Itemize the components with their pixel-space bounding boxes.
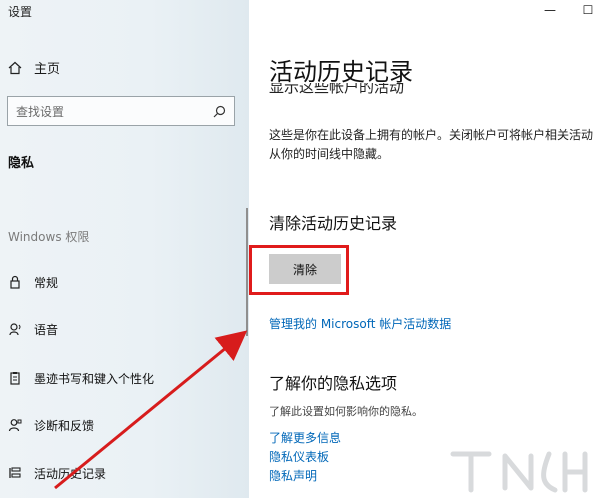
- sidebar-item-label: 常规: [34, 275, 59, 290]
- search-placeholder: 查找设置: [16, 104, 65, 119]
- accounts-heading-text: 显示这些帐户的活动: [269, 83, 405, 95]
- privacy-description: 了解此设置如何影响你的隐私。: [269, 405, 423, 418]
- sidebar-scrollbar[interactable]: [246, 208, 248, 336]
- search-icon: [213, 105, 226, 117]
- privacy-options-heading: 了解你的隐私选项: [269, 374, 398, 393]
- manage-account-link[interactable]: 管理我的 Microsoft 帐户活动数据: [269, 315, 451, 332]
- privacy-dashboard-link[interactable]: 隐私仪表板: [269, 448, 329, 465]
- sidebar-item-inking-typing[interactable]: 墨迹书写和键入个性化: [8, 368, 154, 388]
- sidebar-item-activity-history[interactable]: 活动历史记录: [8, 463, 106, 483]
- sidebar-item-diagnostics[interactable]: 诊断和反馈: [8, 415, 94, 435]
- home-icon: [8, 61, 22, 74]
- search-input[interactable]: 查找设置: [7, 96, 235, 126]
- privacy-statement-link[interactable]: 隐私声明: [269, 467, 317, 484]
- section-title-privacy: 隐私: [8, 156, 35, 171]
- minimize-button[interactable]: —: [531, 0, 569, 20]
- settings-sidebar: 设置 主页 查找设置 隐私 Windows 权限 常规 语音 墨迹书写和键入个性…: [0, 0, 249, 498]
- sidebar-item-general[interactable]: 常规: [8, 272, 58, 292]
- timeline-icon: [9, 467, 21, 478]
- accounts-description: 这些是你在此设备上拥有的帐户。关闭帐户可将帐户相关活动从你的时间线中隐藏。: [269, 128, 594, 161]
- page-title: 活动历史记录: [269, 58, 413, 86]
- sidebar-item-label: 诊断和反馈: [34, 418, 95, 433]
- sidebar-item-speech[interactable]: 语音: [8, 319, 58, 339]
- lock-icon: [10, 275, 20, 289]
- maximize-button[interactable]: ☐: [569, 0, 607, 20]
- sidebar-item-label: 活动历史记录: [34, 466, 107, 481]
- window-controls: — ☐: [531, 0, 607, 20]
- watermark-logo-icon: [450, 451, 588, 493]
- sidebar-item-label: 墨迹书写和键入个性化: [34, 371, 155, 386]
- clear-button[interactable]: 清除: [269, 254, 341, 284]
- sidebar-item-label: 语音: [34, 322, 59, 337]
- clipboard-icon: [10, 372, 20, 385]
- feedback-icon: [8, 419, 22, 432]
- learn-more-link[interactable]: 了解更多信息: [269, 429, 341, 446]
- speech-icon: [9, 323, 21, 336]
- clear-history-heading: 清除活动历史记录: [269, 214, 398, 233]
- group-label-windows-permissions: Windows 权限: [8, 230, 90, 244]
- window-title: 设置: [8, 5, 33, 19]
- accounts-heading-clipped: 显示这些帐户的活动: [269, 83, 404, 95]
- sidebar-home-label: 主页: [34, 62, 61, 77]
- sidebar-home[interactable]: 主页: [8, 58, 60, 77]
